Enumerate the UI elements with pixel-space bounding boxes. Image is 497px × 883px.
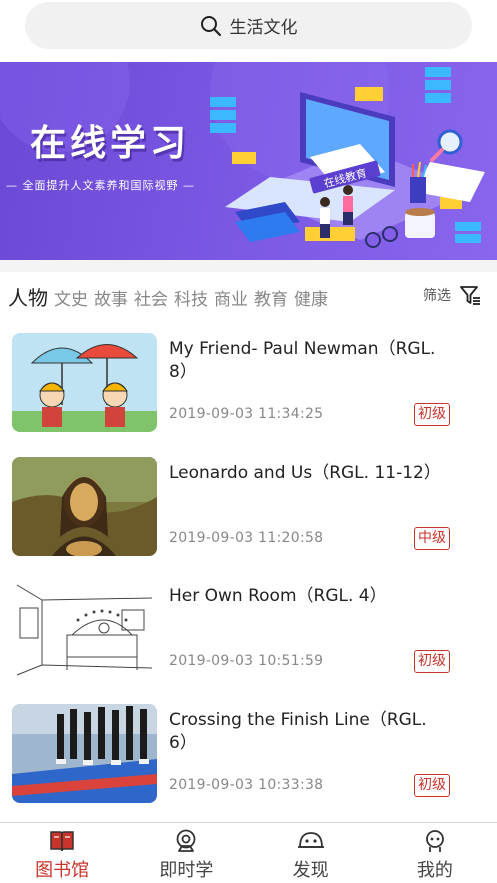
level-badge: 初级: [414, 773, 450, 797]
bottom-tab-bar: 图书馆 即时学 发现 我的: [0, 822, 497, 883]
search-bar[interactable]: 生活文化: [25, 2, 472, 49]
promo-banner[interactable]: 在线教育 在线学习 — 全面提升人文素养和国际视野 —: [0, 62, 497, 260]
library-page: 生活文化 在线教育 在线学习 — 全面提升人文素养和国际视野 — 人物 文史 故…: [0, 0, 497, 883]
article-thumbnail: [12, 580, 157, 679]
category-bar: 人物 文史 故事 社会 科技 商业 教育 健康 筛选: [0, 272, 497, 318]
category-tab-stories[interactable]: 故事: [94, 285, 128, 310]
article-date: 2019-09-03 10:33:38: [169, 776, 324, 793]
tab-mine[interactable]: 我的: [373, 823, 497, 883]
book-icon: [50, 831, 74, 852]
article-title: Leonardo and Us（RGL. 11-12）: [169, 462, 441, 483]
category-tab-society[interactable]: 社会: [134, 285, 168, 310]
article-date: 2019-09-03 10:51:59: [169, 653, 324, 669]
tab-discover[interactable]: 发现: [249, 823, 373, 883]
category-tab-technology[interactable]: 科技: [174, 285, 208, 310]
filter-label: 筛选: [423, 288, 451, 304]
category-tab-education[interactable]: 教育: [254, 285, 288, 310]
article-date: 2019-09-03 11:20:58: [169, 529, 324, 546]
article-thumbnail: [12, 703, 157, 803]
tab-library[interactable]: 图书馆: [0, 823, 124, 883]
category-tab-history[interactable]: 文史: [54, 285, 88, 310]
list-item[interactable]: Leonardo and Us（RGL. 11-12） 2019-09-03 1…: [0, 442, 497, 566]
search-text: 生活文化: [229, 18, 298, 38]
article-date: 2019-09-03 11:34:25: [169, 406, 324, 422]
tab-mine-label: 我的: [416, 860, 453, 881]
section-divider: [0, 260, 497, 272]
article-thumbnail: [12, 333, 157, 432]
category-list: 人物 文史 故事 社会 科技 商业 教育 健康: [8, 282, 328, 311]
level-badge: 初级: [414, 403, 450, 426]
level-badge: 初级: [414, 650, 450, 673]
webcam-icon: [176, 829, 196, 852]
category-tab-health[interactable]: 健康: [294, 285, 328, 310]
filter-button[interactable]: 筛选: [423, 284, 481, 306]
tab-instant-learn-label: 即时学: [159, 860, 214, 881]
article-thumbnail: [12, 456, 157, 556]
article-title: My Friend- Paul Newman（RGL. 8）: [169, 339, 436, 382]
list-item[interactable]: My Friend- Paul Newman（RGL. 8） 2019-09-0…: [0, 318, 497, 442]
article-title: Her Own Room（RGL. 4）: [169, 586, 387, 606]
tab-library-label: 图书馆: [35, 860, 90, 881]
tab-instant-learn[interactable]: 即时学: [124, 823, 248, 883]
level-badge: 中级: [414, 526, 450, 550]
discover-face-icon: [297, 832, 324, 848]
category-tab-business[interactable]: 商业: [214, 285, 248, 310]
category-tab-people[interactable]: 人物: [8, 282, 48, 311]
article-list: My Friend- Paul Newman（RGL. 8） 2019-09-0…: [0, 318, 497, 812]
banner-title: 在线学习: [30, 123, 191, 164]
tab-discover-label: 发现: [292, 860, 329, 881]
list-item[interactable]: Her Own Room（RGL. 4） 2019-09-03 10:51:59…: [0, 565, 497, 689]
profile-icon: [425, 830, 444, 852]
search-icon: [200, 15, 221, 36]
list-item[interactable]: Crossing the Finish Line（RGL. 6） 2019-09…: [0, 689, 497, 813]
article-title: Crossing the Finish Line（RGL. 6）: [169, 709, 427, 753]
filter-icon: [460, 286, 480, 305]
banner-subtitle: — 全面提升人文素养和国际视野 —: [6, 179, 195, 192]
search-header: 生活文化: [0, 0, 497, 62]
